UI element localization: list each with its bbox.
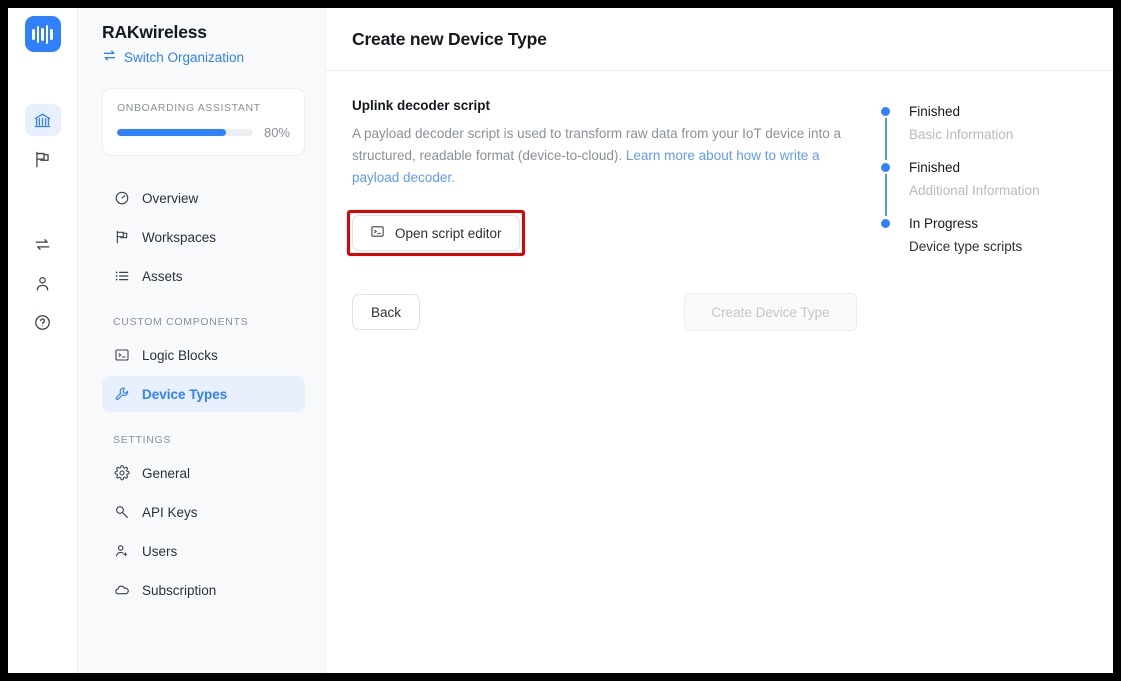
logo-bar [36,25,40,43]
step-dot-icon [881,219,890,228]
open-script-editor-wrapper: Open script editor [347,210,525,256]
switch-organization-label: Switch Organization [124,49,245,65]
logo-bar [41,27,44,41]
step-label: Basic Information [909,127,1014,142]
progress-bar-fill [117,129,226,136]
sidebar-item-label: Overview [142,190,199,206]
step-dot-icon [881,107,890,116]
icon-rail [8,8,78,673]
cloud-icon [113,582,130,598]
step-status: Finished [909,160,961,175]
sidebar-item-overview[interactable]: Overview [102,180,305,216]
open-script-editor-label: Open script editor [395,225,502,241]
logo-bar [32,28,35,40]
sidebar-item-device-types[interactable]: Device Types [102,376,305,412]
key-icon [113,504,130,520]
action-row: Back Create Device Type [352,293,857,331]
form-column: Uplink decoder script A payload decoder … [347,98,857,673]
create-device-type-button[interactable]: Create Device Type [684,293,857,331]
stepper-step-additional-information: Finished Additional Information [881,158,1087,216]
sidebar-item-label: Device Types [142,386,228,402]
sidebar-item-api-keys[interactable]: API Keys [102,494,305,530]
progress-bar [117,129,253,136]
terminal-icon [370,224,385,242]
sidebar-item-label: Users [142,543,178,559]
swap-arrows-icon [102,48,117,66]
rail-item-account[interactable] [25,267,61,299]
onboarding-title: ONBOARDING ASSISTANT [117,102,261,114]
switch-organization-button[interactable]: Switch Organization [102,48,305,66]
audio-wave-logo[interactable] [24,16,61,52]
terminal-icon [113,347,130,363]
sidebar-group-settings-title: SETTINGS [113,434,172,446]
sidebar-item-label: API Keys [142,504,198,520]
page-title: Create new Device Type [352,28,547,49]
wrench-icon [113,386,130,402]
section-title: Uplink decoder script [352,98,491,113]
sidebar-item-label: Subscription [142,582,217,598]
section-description: A payload decoder script is used to tran… [352,123,857,189]
stepper-step-basic-information: Finished Basic Information [881,102,1087,160]
step-status: Finished [909,104,961,119]
gear-icon [113,465,130,481]
main-content: Create new Device Type Uplink decoder sc… [326,8,1113,673]
list-icon [113,268,130,284]
gauge-icon [113,190,130,206]
sidebar-item-label: Workspaces [142,229,217,245]
rail-item-transfer[interactable] [25,228,61,260]
logo-bar [50,28,53,40]
sidebar-item-label: Logic Blocks [142,347,218,363]
flag-icon [113,229,130,245]
stepper-step-device-type-scripts: In Progress Device type scripts [881,214,1087,256]
sidebar-item-label: General [142,465,191,481]
flag-icon [33,150,52,169]
sidebar-item-subscription[interactable]: Subscription [102,572,305,608]
rail-item-organization[interactable] [24,104,61,136]
sidebar-item-users[interactable]: Users [102,533,305,569]
sidebar-group-custom-components-title: CUSTOM COMPONENTS [113,316,249,328]
step-connector-line [885,118,887,160]
rail-item-workspaces[interactable] [25,143,61,175]
step-connector-line [885,174,887,216]
sidebar-item-logic-blocks[interactable]: Logic Blocks [102,337,305,373]
sidebar-item-general[interactable]: General [102,455,305,491]
step-dot-icon [881,163,890,172]
onboarding-assistant-card[interactable]: ONBOARDING ASSISTANT 80% [102,88,305,156]
step-label: Device type scripts [909,239,1023,254]
rail-item-help[interactable] [25,306,61,338]
user-add-icon [113,543,130,559]
sidebar: RAKwireless Switch Organization ONBOARDI… [78,8,326,673]
onboarding-progress-row: 80% [117,125,290,140]
app-window: RAKwireless Switch Organization ONBOARDI… [8,8,1113,673]
stepper-column: Finished Basic Information Finished Addi… [881,98,1087,673]
sidebar-nav: Overview Workspaces Assets CUSTOM COMPON… [102,180,305,608]
progress-percent-label: 80% [263,125,290,140]
main-header: Create new Device Type [326,8,1113,71]
back-button[interactable]: Back [352,294,420,330]
sidebar-item-workspaces[interactable]: Workspaces [102,219,305,255]
step-label: Additional Information [909,183,1040,198]
bank-icon [33,111,52,130]
question-circle-icon [33,313,52,332]
logo-bar [45,24,49,44]
repeat-icon [33,235,52,254]
sidebar-item-label: Assets [142,268,183,284]
open-script-editor-button[interactable]: Open script editor [352,215,520,251]
sidebar-item-assets[interactable]: Assets [102,258,305,294]
organization-name: RAKwireless [102,22,207,42]
user-icon [33,274,52,293]
main-body: Uplink decoder script A payload decoder … [326,71,1113,673]
step-status: In Progress [909,216,979,231]
stepper: Finished Basic Information Finished Addi… [881,102,1087,256]
